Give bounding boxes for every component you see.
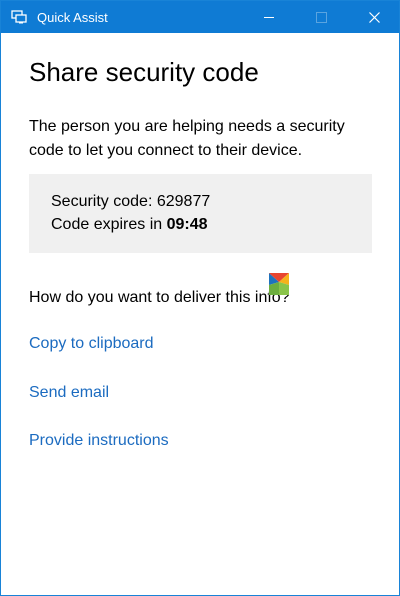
security-code-line: Security code: 629877 bbox=[51, 191, 210, 213]
code-expiry-label: Code expires in bbox=[51, 216, 163, 233]
description-text: The person you are helping needs a secur… bbox=[29, 118, 345, 159]
page-title: Share security code bbox=[29, 57, 259, 87]
title-bar[interactable]: Quick Assist bbox=[1, 1, 399, 33]
colorful-logo-watermark bbox=[269, 273, 289, 295]
maximize-icon bbox=[316, 11, 327, 23]
quick-assist-window: Quick Assist Share security code The per… bbox=[0, 0, 400, 596]
maximize-button[interactable] bbox=[299, 1, 344, 33]
send-email-link[interactable]: Send email bbox=[29, 382, 109, 404]
provide-instructions-link[interactable]: Provide instructions bbox=[29, 430, 169, 452]
code-expiry-timer: 09:48 bbox=[166, 216, 208, 233]
quick-assist-icon bbox=[11, 10, 27, 24]
security-code-label: Security code: bbox=[51, 193, 153, 210]
copy-to-clipboard-link[interactable]: Copy to clipboard bbox=[29, 333, 154, 355]
minimize-icon bbox=[263, 16, 274, 18]
delivery-question: How do you want to deliver this info? bbox=[29, 289, 290, 306]
window-title: Quick Assist bbox=[37, 10, 108, 25]
close-icon bbox=[369, 11, 380, 23]
close-button[interactable] bbox=[352, 1, 397, 33]
security-code-panel: Security code: 629877 Code expires in 09… bbox=[29, 174, 372, 253]
minimize-button[interactable] bbox=[246, 1, 291, 33]
security-code-value: 629877 bbox=[156, 193, 211, 210]
code-expiry-line: Code expires in 09:48 bbox=[51, 214, 208, 236]
